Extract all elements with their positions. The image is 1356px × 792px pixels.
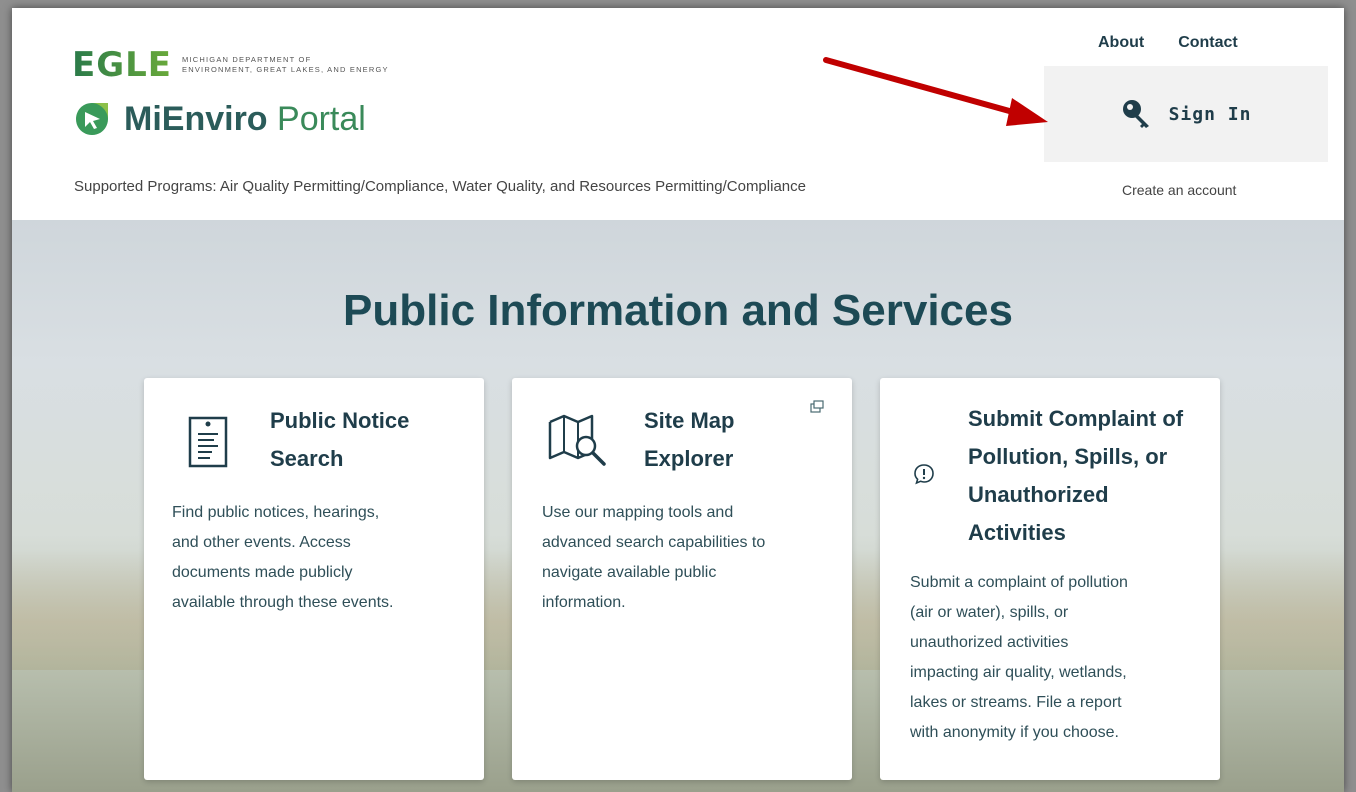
key-icon <box>1122 100 1149 128</box>
card-title-line: Activities <box>968 520 1066 545</box>
sign-in-label: Sign In <box>1168 103 1252 125</box>
card-description: Find public notices, hearings, and other… <box>172 498 393 618</box>
card-title-line: Public Notice <box>270 408 410 433</box>
submit-complaint-card[interactable]: Submit Complaint of Pollution, Spills, o… <box>880 378 1220 780</box>
public-notice-search-card[interactable]: Public Notice Search Find public notices… <box>144 378 484 780</box>
card-title-line: Explorer <box>644 446 734 471</box>
card-title: Public Notice Search <box>270 402 409 478</box>
site-header: EGLE MICHIGAN DEPARTMENT OF ENVIRONMENT,… <box>12 8 1344 220</box>
card-description: Use our mapping tools and advanced searc… <box>542 498 765 618</box>
card-description-line: unauthorized activities <box>910 634 1069 651</box>
portal-logo[interactable]: MiEnviro Portal <box>74 100 366 138</box>
card-title-line: Pollution, Spills, or <box>968 444 1168 469</box>
card-description-line: available through these events. <box>172 594 394 611</box>
egle-subtitle-line1: MICHIGAN DEPARTMENT OF <box>182 55 312 64</box>
card-description-line: and other events. Access <box>172 534 351 551</box>
portal-title-bold: MiEnviro <box>124 100 268 138</box>
card-title-line: Search <box>270 446 344 471</box>
portal-title: MiEnviro Portal <box>124 100 366 138</box>
document-icon <box>188 416 228 468</box>
sign-in-button[interactable]: Sign In <box>1044 66 1328 162</box>
site-map-explorer-card[interactable]: Site Map Explorer Use our mapping tools … <box>512 378 852 780</box>
hero-section: Public Information and Services Public N… <box>12 220 1344 792</box>
card-description-line: Use our mapping tools and <box>542 504 734 521</box>
card-description-line: Find public notices, hearings, <box>172 504 380 521</box>
contact-link[interactable]: Contact <box>1178 34 1238 52</box>
card-title-line: Site Map <box>644 408 735 433</box>
egle-subtitle: MICHIGAN DEPARTMENT OF ENVIRONMENT, GREA… <box>182 55 442 75</box>
card-description-line: documents made publicly <box>172 564 353 581</box>
sign-in-panel: Sign In <box>1044 66 1328 162</box>
top-nav: About Contact <box>1098 34 1238 52</box>
egle-wordmark: EGLE <box>72 45 173 85</box>
card-description-line: navigate available public <box>542 564 717 581</box>
card-description-line: impacting air quality, wetlands, <box>910 664 1127 681</box>
card-title: Submit Complaint of Pollution, Spills, o… <box>968 400 1183 552</box>
browser-frame: EGLE MICHIGAN DEPARTMENT OF ENVIRONMENT,… <box>12 8 1344 792</box>
mienviro-leaf-icon <box>76 103 108 135</box>
card-description-line: (air or water), spills, or <box>910 604 1069 621</box>
egle-subtitle-line2: ENVIRONMENT, GREAT LAKES, AND ENERGY <box>182 65 389 74</box>
card-description-line: with anonymity if you choose. <box>910 724 1119 741</box>
supported-programs-text: Supported Programs: Air Quality Permitti… <box>74 178 806 195</box>
card-description-line: information. <box>542 594 626 611</box>
card-title-line: Submit Complaint of <box>968 406 1184 431</box>
alert-bubble-icon <box>914 464 934 485</box>
external-link-icon <box>810 400 824 413</box>
card-title: Site Map Explorer <box>644 402 734 478</box>
hero-title: Public Information and Services <box>343 286 1013 335</box>
card-description-line: advanced search capabilities to <box>542 534 766 551</box>
card-description-line: lakes or streams. File a report <box>910 694 1122 711</box>
annotation-arrow-icon <box>823 57 1048 126</box>
egle-logo[interactable]: EGLE MICHIGAN DEPARTMENT OF ENVIRONMENT,… <box>72 48 442 82</box>
map-search-icon <box>548 414 606 466</box>
card-title-line: Unauthorized <box>968 482 1109 507</box>
about-link[interactable]: About <box>1098 34 1144 52</box>
create-account-link[interactable]: Create an account <box>1122 182 1236 198</box>
card-description: Submit a complaint of pollution (air or … <box>910 568 1128 748</box>
portal-title-light: Portal <box>267 100 366 138</box>
card-description-line: Submit a complaint of pollution <box>910 574 1128 591</box>
